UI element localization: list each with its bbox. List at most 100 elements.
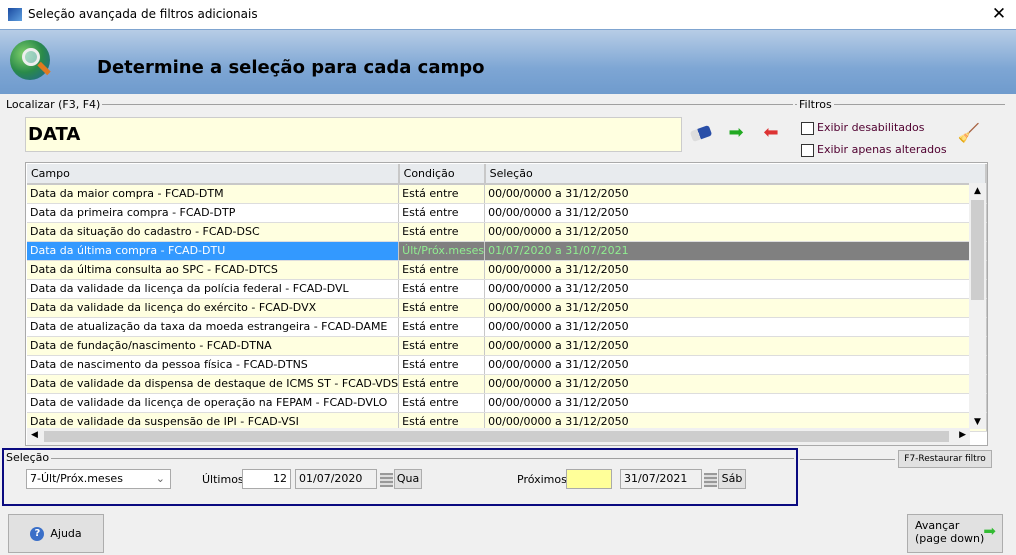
cell-selecao[interactable]: 00/00/0000 a 31/12/2050 (484, 355, 987, 375)
cell-condicao[interactable]: Está entre (398, 184, 486, 204)
table-row[interactable]: Data da validade da licença da polícia f… (27, 279, 987, 299)
magnifier-icon (22, 48, 40, 66)
find-next-icon[interactable]: ➡ (723, 120, 749, 146)
search-input[interactable]: DATA (25, 117, 682, 152)
cell-campo[interactable]: Data da última consulta ao SPC - FCAD-DT… (27, 260, 400, 280)
help-icon: ? (30, 526, 45, 541)
cell-selecao[interactable]: 00/00/0000 a 31/12/2050 (484, 336, 987, 356)
table-row[interactable]: Data da última consulta ao SPC - FCAD-DT… (27, 260, 987, 280)
horizontal-scrollbar[interactable]: ◀ ▶ (27, 428, 970, 445)
filtros-label: Filtros (797, 98, 834, 111)
cell-campo[interactable]: Data da validade da licença da polícia f… (27, 279, 400, 299)
cell-selecao[interactable]: 00/00/0000 a 31/12/2050 (484, 393, 987, 413)
start-date-input[interactable]: 01/07/2020 (295, 469, 377, 489)
cell-condicao[interactable]: Está entre (398, 374, 486, 394)
divider (44, 458, 794, 459)
cell-campo[interactable]: Data de nascimento da pessoa física - FC… (27, 355, 400, 375)
restore-filter-button[interactable]: F7-Restaurar filtro (898, 450, 992, 468)
table-row[interactable]: Data da situação do cadastro - FCAD-DSC E… (27, 222, 987, 242)
column-header-campo[interactable]: Campo (27, 164, 400, 185)
table-row[interactable]: Data de nascimento da pessoa física - FC… (27, 355, 987, 375)
cell-condicao[interactable]: Está entre (398, 279, 486, 299)
cell-condicao[interactable]: Últ/Próx.meses (398, 241, 486, 261)
cell-selecao[interactable]: 00/00/0000 a 31/12/2050 (484, 374, 987, 394)
cell-campo[interactable]: Data da última compra - FCAD-DTU (27, 241, 400, 261)
selecao-label: Seleção (6, 451, 52, 464)
arrow-right-icon: ➡ (983, 522, 996, 540)
scroll-down-icon[interactable]: ▼ (969, 417, 986, 427)
divider (800, 459, 895, 460)
scroll-left-icon[interactable]: ◀ (31, 430, 38, 440)
cell-selecao[interactable]: 01/07/2020 a 31/07/2021 (484, 241, 987, 261)
ultimos-label: Últimos (202, 473, 244, 486)
cell-campo[interactable]: Data da situação do cadastro - FCAD-DSC (27, 222, 400, 242)
cell-selecao[interactable]: 00/00/0000 a 31/12/2050 (484, 203, 987, 223)
mode-select[interactable]: 7-Últ/Próx.meses ⌄ (26, 469, 171, 489)
cell-campo[interactable]: Data da validade da licença do exército … (27, 298, 400, 318)
cell-condicao[interactable]: Está entre (398, 317, 486, 337)
calendar-icon[interactable] (704, 473, 717, 487)
cell-selecao[interactable]: 00/00/0000 a 31/12/2050 (484, 222, 987, 242)
proximos-input[interactable] (566, 469, 612, 489)
find-previous-icon[interactable]: ⬅ (758, 120, 784, 146)
cell-condicao[interactable]: Está entre (398, 222, 486, 242)
cell-campo[interactable]: Data da primeira compra - FCAD-DTP (27, 203, 400, 223)
vertical-scrollbar[interactable]: ▲ ▼ (969, 183, 986, 429)
table-row[interactable]: Data de validade da dispensa de destaque… (27, 374, 987, 394)
scroll-thumb-h[interactable] (44, 431, 949, 442)
ultimos-input[interactable]: 12 (242, 469, 291, 489)
cell-condicao[interactable]: Está entre (398, 336, 486, 356)
next-button[interactable]: Avançar (page down) ➡ (907, 514, 1003, 553)
table-row[interactable]: Data de fundação/nascimento - FCAD-DTNA E… (27, 336, 987, 356)
proximos-label: Próximos (517, 473, 567, 486)
start-day-button[interactable]: Qua (394, 469, 422, 489)
cell-condicao[interactable]: Está entre (398, 203, 486, 223)
help-button[interactable]: ? Ajuda (8, 514, 104, 553)
cell-selecao[interactable]: 00/00/0000 a 31/12/2050 (484, 184, 987, 204)
app-icon (8, 8, 22, 21)
table-row[interactable]: Data de validade da licença de operação … (27, 393, 987, 413)
end-day-button[interactable]: Sáb (718, 469, 746, 489)
title-bar: Seleção avançada de filtros adicionais ✕ (0, 0, 1016, 29)
end-date-input[interactable]: 31/07/2021 (620, 469, 702, 489)
broom-icon[interactable]: 🧹 (956, 121, 982, 147)
mode-select-value: 7-Últ/Próx.meses (30, 472, 123, 485)
scroll-right-icon[interactable]: ▶ (959, 430, 966, 440)
cell-selecao[interactable]: 00/00/0000 a 31/12/2050 (484, 298, 987, 318)
cell-campo[interactable]: Data de validade da dispensa de destaque… (27, 374, 400, 394)
scroll-thumb[interactable] (971, 200, 984, 300)
fields-table: Campo Condição Seleção Data da maior com… (27, 164, 988, 432)
cell-condicao[interactable]: Está entre (398, 355, 486, 375)
cell-condicao[interactable]: Está entre (398, 393, 486, 413)
table-row[interactable]: Data da maior compra - FCAD-DTM Está entr… (27, 184, 987, 204)
cell-campo[interactable]: Data de fundação/nascimento - FCAD-DTNA (27, 336, 400, 356)
table-row[interactable]: Data da primeira compra - FCAD-DTP Está e… (27, 203, 987, 223)
fields-grid[interactable]: Campo Condição Seleção Data da maior com… (25, 162, 988, 446)
table-header: Campo Condição Seleção (27, 164, 988, 185)
column-header-selecao[interactable]: Seleção (484, 164, 988, 185)
selection-panel: Seleção 7-Últ/Próx.meses ⌄ Últimos 12 01/… (2, 448, 798, 506)
scroll-up-icon[interactable]: ▲ (969, 186, 986, 196)
show-changed-label: Exibir apenas alterados (817, 143, 947, 156)
cell-condicao[interactable]: Está entre (398, 260, 486, 280)
close-button[interactable]: ✕ (985, 2, 1013, 26)
cell-campo[interactable]: Data de atualização da taxa da moeda est… (27, 317, 400, 337)
page-title: Determine a seleção para cada campo (97, 57, 485, 78)
cell-selecao[interactable]: 00/00/0000 a 31/12/2050 (484, 279, 987, 299)
show-changed-checkbox[interactable] (801, 144, 814, 157)
cell-campo[interactable]: Data de validade da licença de operação … (27, 393, 400, 413)
table-row[interactable]: Data da última compra - FCAD-DTU Últ/Próx… (27, 241, 987, 261)
eraser-icon[interactable] (688, 120, 714, 146)
table-row[interactable]: Data da validade da licença do exército … (27, 298, 987, 318)
cell-campo[interactable]: Data da maior compra - FCAD-DTM (27, 184, 400, 204)
cell-selecao[interactable]: 00/00/0000 a 31/12/2050 (484, 260, 987, 280)
cell-selecao[interactable]: 00/00/0000 a 31/12/2050 (484, 317, 987, 337)
calendar-icon[interactable] (380, 473, 393, 487)
show-disabled-label: Exibir desabilitados (817, 121, 925, 134)
column-header-condicao[interactable]: Condição (398, 164, 486, 185)
help-label: Ajuda (50, 527, 82, 540)
table-row[interactable]: Data de atualização da taxa da moeda est… (27, 317, 987, 337)
cell-condicao[interactable]: Está entre (398, 298, 486, 318)
show-disabled-checkbox[interactable] (801, 122, 814, 135)
header-banner: Determine a seleção para cada campo (0, 29, 1016, 94)
